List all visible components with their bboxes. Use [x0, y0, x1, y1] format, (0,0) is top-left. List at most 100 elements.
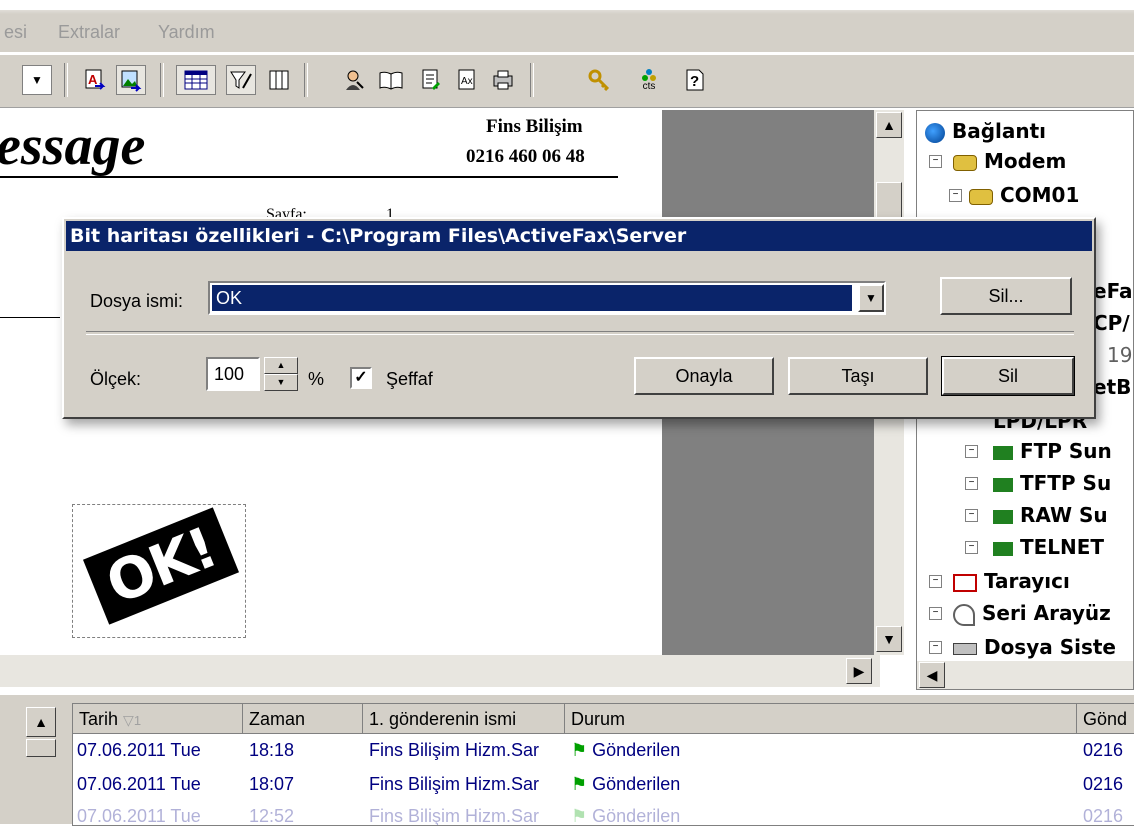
column-header-from[interactable]: Gönd: [1077, 704, 1134, 734]
tree-collapse-box[interactable]: −: [965, 477, 978, 490]
scroll-left-button[interactable]: ◀: [919, 662, 945, 688]
tree-collapse-box[interactable]: −: [949, 189, 962, 202]
tree-item-ftp[interactable]: FTP Sun: [993, 439, 1112, 463]
tree-collapse-box[interactable]: −: [929, 607, 942, 620]
scroll-down-button[interactable]: ▼: [876, 626, 902, 652]
tree-horizontal-scrollbar[interactable]: ◀: [917, 661, 1133, 689]
green-flag-icon: ⚑: [571, 740, 588, 760]
menu-item-esi[interactable]: esi: [4, 22, 27, 43]
header-rule: [0, 176, 618, 178]
file-name-combobox[interactable]: OK ▼: [208, 281, 886, 315]
tree-item-partial[interactable]: 19: [1107, 343, 1132, 367]
tree-label: Modem: [983, 149, 1067, 173]
tree-collapse-box[interactable]: −: [929, 575, 942, 588]
tree-collapse-box[interactable]: −: [929, 641, 942, 654]
cell-date: 07.06.2011 Tue: [77, 806, 201, 826]
stamp-text: OK!: [97, 515, 225, 617]
user-icon[interactable]: [340, 65, 370, 95]
status-text: Gönderilen: [592, 740, 681, 760]
stepper-down-icon[interactable]: ▼: [264, 374, 298, 391]
tree-item-partial[interactable]: CP/: [1093, 311, 1130, 335]
percent-label: %: [308, 369, 325, 389]
confirm-button[interactable]: Onayla: [634, 357, 774, 395]
bitmap-properties-dialog: Bit haritası özellikleri - C:\Program Fi…: [62, 217, 1096, 419]
cts-icon[interactable]: cts: [634, 65, 664, 95]
tree-item-partial[interactable]: eFa: [1093, 279, 1133, 303]
print-icon[interactable]: [488, 65, 518, 95]
scroll-right-button[interactable]: ▶: [846, 658, 872, 684]
transparent-checkbox[interactable]: ✓: [350, 367, 372, 389]
preview-horizontal-scrollbar[interactable]: ▶: [0, 655, 880, 687]
stepper-up-icon[interactable]: ▲: [264, 357, 298, 374]
tree-item-com01[interactable]: COM01: [969, 183, 1079, 207]
cell-status: ⚑ Gönderilen: [571, 806, 681, 826]
tree-item-filesystem[interactable]: Dosya Siste: [953, 635, 1116, 659]
tree-collapse-box[interactable]: −: [965, 445, 978, 458]
dropdown-button[interactable]: ▼: [22, 65, 52, 95]
cell-from: 0216: [1083, 806, 1124, 826]
file-name-value[interactable]: OK: [212, 285, 852, 311]
scroll-up-button[interactable]: ▲: [876, 112, 902, 138]
cell-date: 07.06.2011 Tue: [77, 740, 201, 760]
scroll-thumb[interactable]: [876, 182, 902, 222]
tree-item-scanner[interactable]: Tarayıcı: [953, 569, 1070, 593]
sort-desc-icon: ▽: [123, 712, 134, 728]
tree-item-partial[interactable]: etB: [1093, 375, 1131, 399]
columns-icon[interactable]: [264, 65, 294, 95]
ok-stamp-image[interactable]: OK!: [72, 504, 246, 638]
tree-collapse-box[interactable]: −: [965, 509, 978, 522]
toolbar: ▼ A Ax cts ?: [0, 55, 1134, 108]
cell-status: ⚑ Gönderilen: [571, 740, 680, 761]
menu-item-yardim[interactable]: Yardım: [158, 22, 215, 43]
filter-icon[interactable]: [226, 65, 256, 95]
text-color-icon[interactable]: A: [80, 65, 110, 95]
scale-input[interactable]: 100: [206, 357, 260, 391]
cell-sender: Fins Bilişim Hizm.Sar: [369, 740, 540, 760]
column-header-time[interactable]: Zaman: [243, 704, 363, 734]
fax-icon[interactable]: Ax: [452, 65, 482, 95]
status-text: Gönderilen: [592, 806, 681, 826]
chevron-down-icon[interactable]: ▼: [858, 284, 884, 312]
cell-date: 07.06.2011 Tue: [77, 774, 201, 794]
sort-index: 1: [133, 713, 142, 728]
column-header-date[interactable]: Tarih ▽1: [73, 704, 243, 734]
tree-item-serial[interactable]: Seri Arayüz: [953, 601, 1111, 626]
menu-item-extralar[interactable]: Extralar: [58, 22, 120, 43]
help-icon[interactable]: ?: [680, 65, 710, 95]
keys-icon[interactable]: [584, 65, 614, 95]
tree-label: FTP Sun: [1019, 439, 1112, 463]
tree-item-modem[interactable]: Modem: [953, 149, 1066, 173]
browse-button[interactable]: Sil...: [940, 277, 1072, 315]
cell-from: 0216: [1083, 774, 1124, 794]
tree-collapse-box[interactable]: −: [965, 541, 978, 554]
tree-item-root[interactable]: Bağlantı: [925, 119, 1046, 143]
cts-label: cts: [642, 81, 656, 92]
scale-stepper[interactable]: ▲ ▼: [264, 357, 298, 391]
network-icon: [993, 477, 1013, 492]
cell-sender: Fins Bilişim Hizm.Sar: [369, 774, 540, 794]
list-scroll-up-button[interactable]: ▲: [26, 707, 56, 737]
book-icon[interactable]: [376, 65, 406, 95]
tree-item-tftp[interactable]: TFTP Su: [993, 471, 1111, 495]
tree-label: RAW Su: [1019, 503, 1108, 527]
phone-icon: [969, 188, 993, 205]
delete-button[interactable]: Sil: [941, 356, 1075, 396]
fax-list[interactable]: Tarih ▽1 Zaman 1. gönderenin ismi Durum …: [72, 703, 1134, 826]
move-button[interactable]: Taşı: [788, 357, 928, 395]
tree-item-raw[interactable]: RAW Su: [993, 503, 1108, 527]
table-row[interactable]: 07.06.2011 Tue 18:18 Fins Bilişim Hizm.S…: [73, 738, 1134, 768]
document-icon[interactable]: [416, 65, 446, 95]
toolbar-separator: [160, 63, 164, 97]
list-scroll-thumb[interactable]: [26, 739, 56, 757]
tree-item-telnet[interactable]: TELNET: [993, 535, 1104, 559]
toolbar-separator: [64, 63, 68, 97]
scanner-icon: [953, 573, 977, 592]
table-row[interactable]: 07.06.2011 Tue 12:52 Fins Bilişim Hizm.S…: [73, 804, 1134, 826]
column-header-sender[interactable]: 1. gönderenin ismi: [363, 704, 565, 734]
table-view-icon[interactable]: [176, 65, 216, 95]
column-header-status[interactable]: Durum: [565, 704, 1077, 734]
tree-collapse-box[interactable]: −: [929, 155, 942, 168]
image-icon[interactable]: [116, 65, 146, 95]
cell-sender: Fins Bilişim Hizm.Sar: [369, 806, 540, 826]
table-row[interactable]: 07.06.2011 Tue 18:07 Fins Bilişim Hizm.S…: [73, 772, 1134, 802]
